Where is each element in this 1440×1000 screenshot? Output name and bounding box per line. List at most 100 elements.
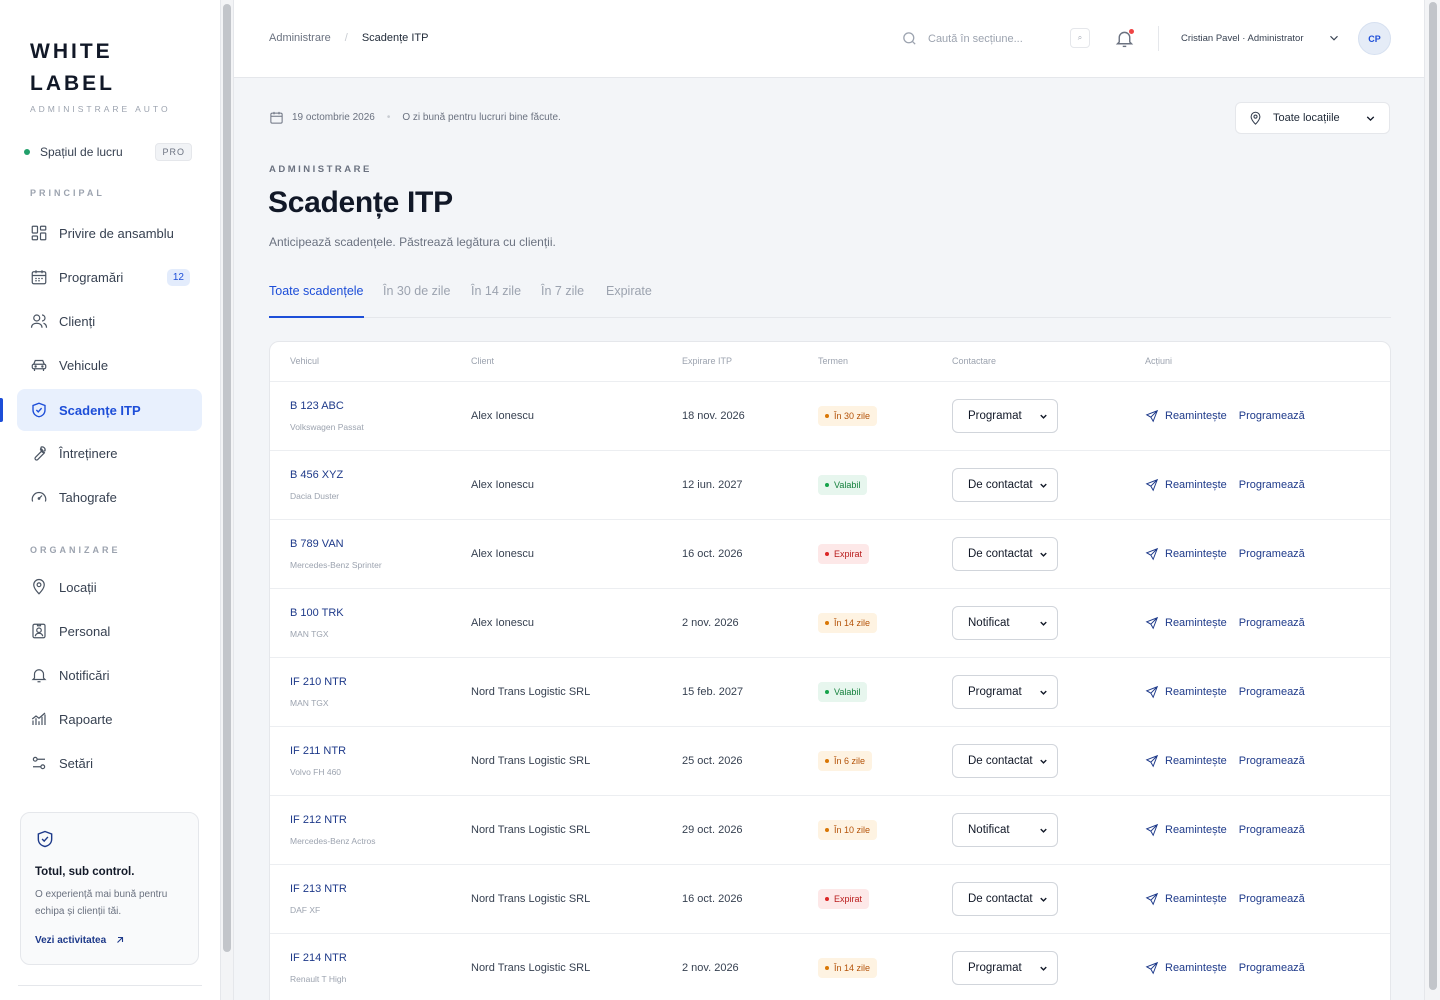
schedule-link[interactable]: Programează: [1239, 548, 1305, 560]
map-pin-icon: [33, 578, 45, 595]
vehicle-plate-link[interactable]: IF 212 NTR: [290, 814, 347, 826]
contact-status-select[interactable]: Notificat: [952, 606, 1058, 640]
contact-status-value: Programat: [968, 686, 1022, 698]
status-label: În 6 zile: [834, 756, 866, 766]
contact-status-select[interactable]: De contactat: [952, 468, 1058, 502]
client-name: Alex Ionescu: [471, 410, 534, 422]
sidebar-item-appointments[interactable]: Programări 12: [17, 256, 202, 298]
tab-all[interactable]: Toate scadențele: [269, 284, 364, 318]
chevron-down-icon: [1040, 621, 1047, 626]
notifications-button[interactable]: [1114, 28, 1135, 49]
send-icon: [1145, 892, 1159, 906]
contact-status-select[interactable]: De contactat: [952, 744, 1058, 778]
sidebar-item-settings[interactable]: Setări: [17, 742, 202, 784]
remind-link[interactable]: Reamintește: [1165, 410, 1227, 422]
section-label-main: PRINCIPAL: [30, 188, 105, 198]
contact-status-select[interactable]: Programat: [952, 951, 1058, 985]
tab-14-days[interactable]: În 14 zile: [471, 284, 521, 318]
greeting: O zi bună pentru lucruri bine făcute.: [402, 112, 561, 123]
status-badge: Expirat: [818, 544, 870, 564]
table-row: B 789 VAN Mercedes-Benz Sprinter Alex Io…: [270, 520, 1390, 589]
itp-expiry-date: 18 nov. 2026: [682, 410, 745, 422]
breadcrumb-link[interactable]: Administrare: [269, 32, 331, 44]
sidebar-item-itp-deadlines[interactable]: Scadențe ITP: [17, 389, 202, 431]
schedule-link[interactable]: Programează: [1239, 479, 1305, 491]
remind-link[interactable]: Reamintește: [1165, 755, 1227, 767]
avatar[interactable]: CP: [1358, 22, 1391, 55]
vehicle-plate-link[interactable]: IF 214 NTR: [290, 952, 347, 964]
vehicle-plate-link[interactable]: IF 211 NTR: [290, 745, 346, 757]
contact-status-value: De contactat: [968, 548, 1033, 560]
schedule-link[interactable]: Programează: [1239, 893, 1305, 905]
status-badge: În 30 zile: [818, 406, 878, 426]
schedule-link[interactable]: Programează: [1239, 755, 1305, 767]
workspace-switcher[interactable]: Spațiul de lucru PRO: [24, 142, 192, 162]
tab-expired[interactable]: Expirate: [606, 284, 652, 318]
vehicle-plate-link[interactable]: IF 213 NTR: [290, 883, 347, 895]
schedule-link[interactable]: Programează: [1239, 824, 1305, 836]
itp-expiry-date: 29 oct. 2026: [682, 824, 743, 836]
sidebar-item-tachographs[interactable]: Tahografe: [17, 476, 202, 518]
column-header: Termen: [818, 356, 849, 366]
row-actions: Reamintește Programează: [1145, 478, 1305, 492]
breadcrumb-current: Scadențe ITP: [361, 32, 429, 44]
map-pin-icon: [1250, 111, 1261, 125]
contact-status-select[interactable]: Programat: [952, 399, 1058, 433]
contact-status-select[interactable]: De contactat: [952, 537, 1058, 571]
remind-link[interactable]: Reamintește: [1165, 824, 1227, 836]
remind-link[interactable]: Reamintește: [1165, 962, 1227, 974]
tab-30-days[interactable]: În 30 de zile: [383, 284, 450, 318]
remind-link[interactable]: Reamintește: [1165, 617, 1227, 629]
schedule-link[interactable]: Programează: [1239, 617, 1305, 629]
contact-status-select[interactable]: De contactat: [952, 882, 1058, 916]
sidebar-item-notifications[interactable]: Notificări: [17, 654, 202, 696]
table-row: B 100 TRK MAN TGX Alex Ionescu 2 nov. 20…: [270, 589, 1390, 658]
page-eyebrow: ADMINISTRARE: [269, 164, 372, 175]
location-select[interactable]: Toate locațiile: [1235, 102, 1390, 134]
sidebar-item-vehicles[interactable]: Vehicule: [17, 344, 202, 386]
page-scrollbar[interactable]: [1424, 0, 1440, 1000]
schedule-link[interactable]: Programează: [1239, 410, 1305, 422]
chevron-down-icon[interactable]: [1327, 31, 1341, 45]
status-dot: [825, 483, 829, 487]
sidebar-item-label: Notificări: [59, 667, 110, 683]
schedule-link[interactable]: Programează: [1239, 962, 1305, 974]
remind-link[interactable]: Reamintește: [1165, 479, 1227, 491]
tab-7-days[interactable]: În 7 zile: [541, 284, 584, 318]
vehicle-plate-link[interactable]: B 100 TRK: [290, 607, 344, 619]
vehicle-plate-link[interactable]: B 123 ABC: [290, 400, 344, 412]
scrollbar-thumb[interactable]: [1429, 2, 1437, 990]
contact-status-select[interactable]: Notificat: [952, 813, 1058, 847]
top-header: Administrare / Scadențe ITP ⌕ Cristian P…: [234, 0, 1424, 78]
itp-expiry-date: 16 oct. 2026: [682, 893, 743, 905]
scrollbar-thumb[interactable]: [223, 4, 231, 952]
status-label: În 14 zile: [834, 963, 871, 973]
remind-link[interactable]: Reamintește: [1165, 893, 1227, 905]
schedule-link[interactable]: Programează: [1239, 686, 1305, 698]
remind-link[interactable]: Reamintește: [1165, 548, 1227, 560]
vehicle-plate-link[interactable]: IF 210 NTR: [290, 676, 347, 688]
contact-status-select[interactable]: Programat: [952, 675, 1058, 709]
sidebar-item-overview[interactable]: Privire de ansamblu: [17, 212, 202, 254]
vehicle-plate-link[interactable]: B 789 VAN: [290, 538, 344, 550]
separator-dot: •: [386, 112, 391, 123]
sidebar-scrollbar[interactable]: [220, 0, 234, 1000]
sidebar-item-maintenance[interactable]: Întreținere: [17, 432, 202, 474]
sidebar-item-reports[interactable]: Rapoarte: [17, 698, 202, 740]
user-menu-label[interactable]: Cristian Pavel · Administrator: [1181, 33, 1309, 44]
table-row: B 123 ABC Volkswagen Passat Alex Ionescu…: [270, 382, 1390, 451]
promo-link[interactable]: Vezi activitatea: [35, 934, 184, 946]
vehicle-model: Volvo FH 460: [290, 767, 342, 777]
remind-link[interactable]: Reamintește: [1165, 686, 1227, 698]
arrow-up-right-icon: [117, 936, 124, 943]
sidebar-item-clients[interactable]: Clienți: [17, 300, 202, 342]
vehicle-plate-link[interactable]: B 456 XYZ: [290, 469, 343, 481]
sidebar: WHITE LABEL ADMINISTRARE AUTO Spațiul de…: [0, 0, 220, 1000]
tab-bar: Toate scadențele În 30 de zile În 14 zil…: [269, 284, 1391, 318]
sidebar-item-locations[interactable]: Locații: [17, 566, 202, 608]
client-name: Nord Trans Logistic SRL: [471, 755, 591, 767]
promo-text: O experiență mai bună pentru echipa și c…: [35, 889, 168, 917]
search-input[interactable]: [928, 30, 1056, 48]
sidebar-item-staff[interactable]: Personal: [17, 610, 202, 652]
itp-expiry-date: 2 nov. 2026: [682, 617, 739, 629]
